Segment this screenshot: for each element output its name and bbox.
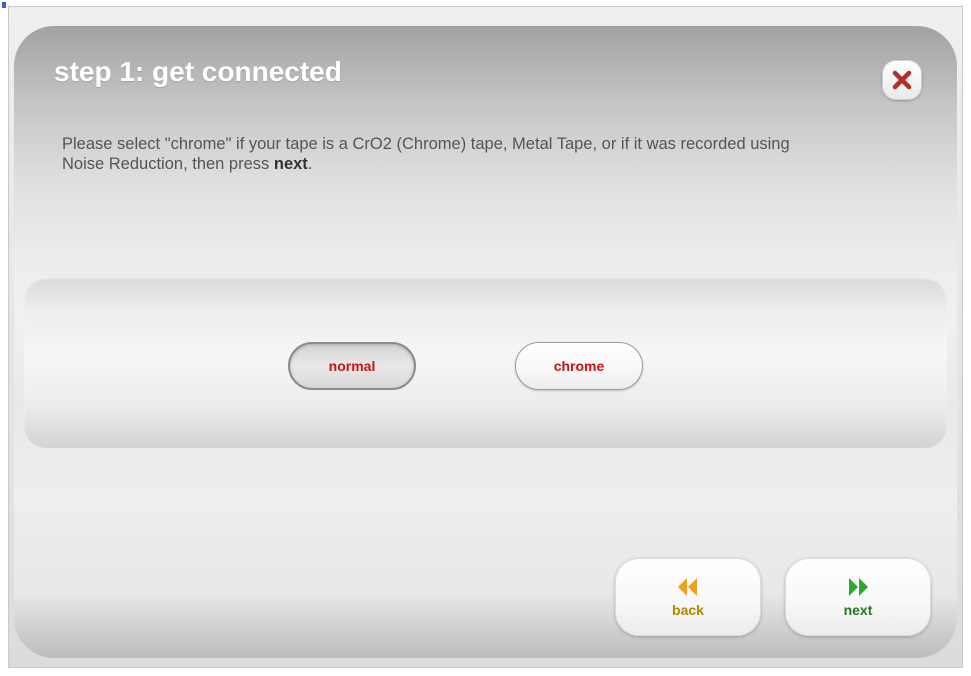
next-label: next [843, 602, 873, 618]
normal-tape-label: normal [328, 358, 376, 374]
normal-tape-button[interactable]: normal [288, 342, 416, 390]
close-button[interactable] [882, 60, 922, 100]
back-label: back [672, 602, 704, 618]
corner-marker [2, 2, 6, 8]
next-button[interactable]: next [785, 558, 931, 636]
back-button[interactable]: back [615, 558, 761, 636]
tape-type-options-panel [24, 278, 947, 448]
close-icon [890, 68, 914, 92]
double-chevron-right-icon [847, 576, 869, 598]
instruction-next-emphasis: next [273, 155, 308, 173]
instruction-text-end: . [307, 155, 313, 173]
instruction-text-main: Please select "chrome" if your tape is a… [62, 135, 790, 173]
double-chevron-left-icon [677, 576, 699, 598]
wizard-dialog: step 1: get connected Please select "chr… [14, 26, 957, 658]
dialog-title: step 1: get connected [54, 56, 342, 87]
chrome-tape-button[interactable]: chrome [515, 342, 643, 390]
instruction-text: Please select "chrome" if your tape is a… [62, 134, 822, 174]
chrome-tape-label: chrome [553, 358, 605, 374]
